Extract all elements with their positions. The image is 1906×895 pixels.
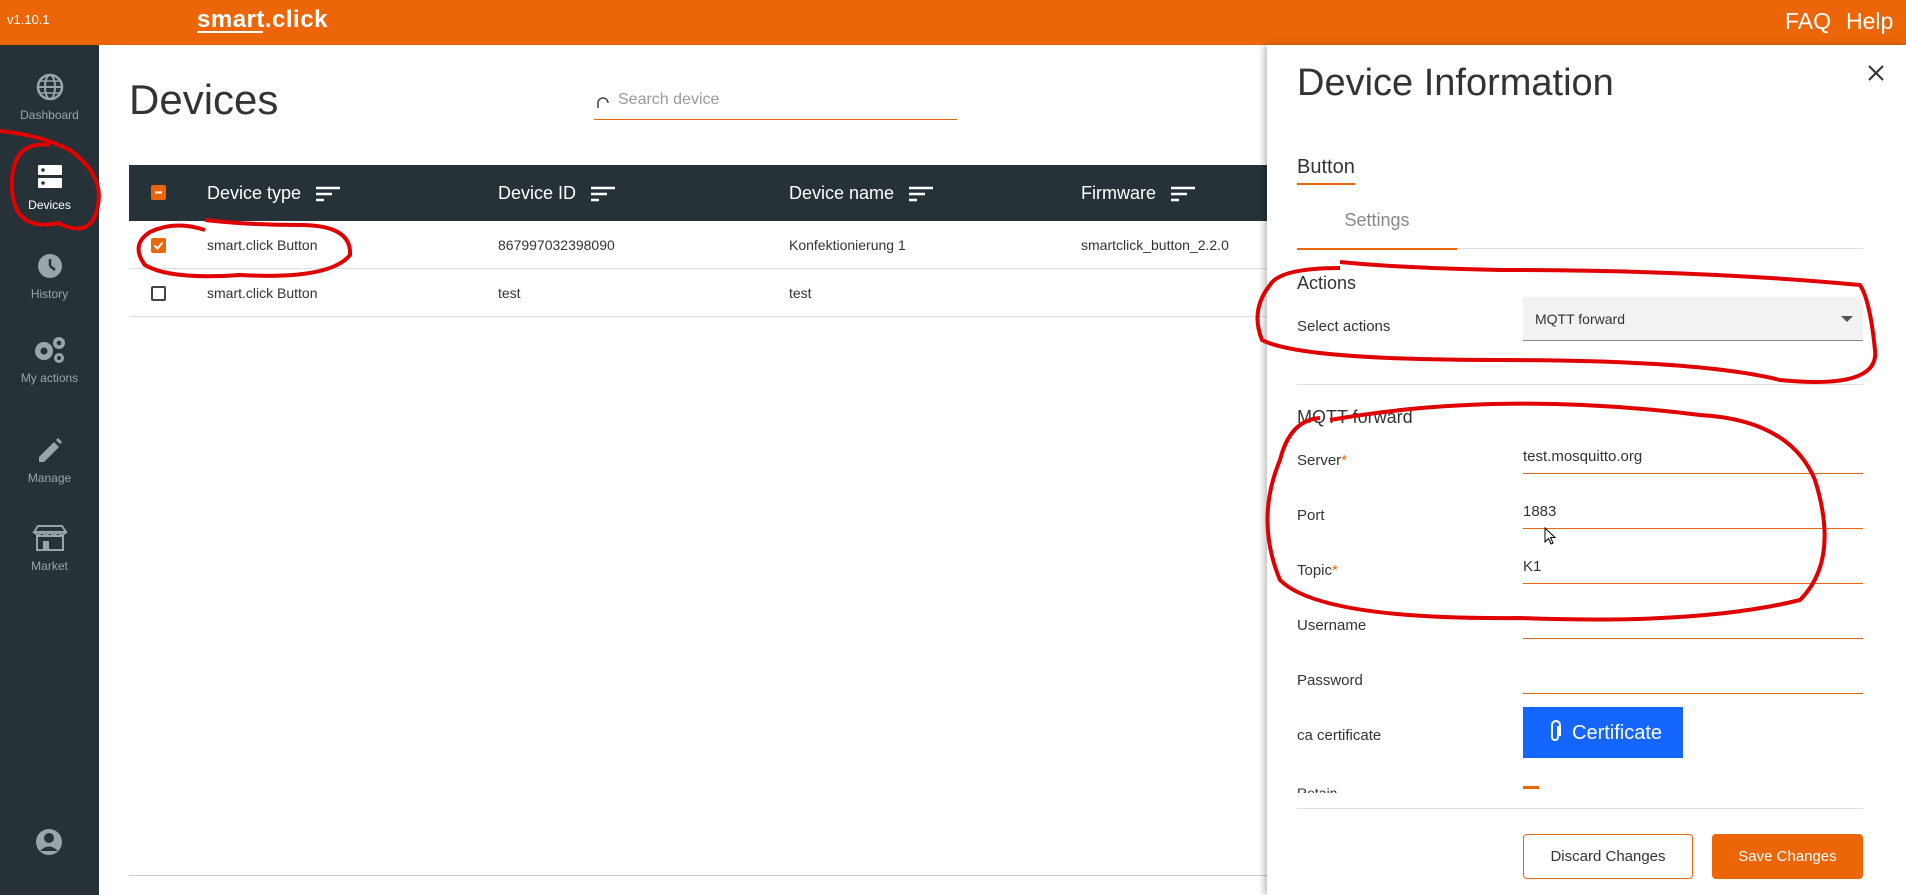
section-divider [1297,384,1863,385]
table-row[interactable]: smart.click Button test test [129,269,1269,317]
close-icon[interactable] [1864,61,1888,85]
page-title: Devices [129,76,279,123]
topic-label: Topic* [1297,562,1338,579]
sidebar-item-label: Market [31,559,68,573]
sort-icon[interactable] [591,185,616,203]
certificate-upload-button[interactable]: Certificate [1523,707,1683,758]
cell-device-type: smart.click Button [207,237,318,253]
row-checkbox[interactable] [151,286,166,301]
select-all-checkbox[interactable] [151,185,166,200]
sidebar-item-my-actions[interactable]: My actions [0,333,99,385]
sidebar-item-label: Devices [28,198,71,212]
cell-device-name: test [789,285,812,301]
search-icon [597,97,609,108]
chevron-down-icon [1841,316,1853,322]
cell-device-id: test [498,285,521,301]
search-input[interactable] [618,86,948,114]
app-version: v1.10.1 [7,12,50,27]
column-device-type[interactable]: Device type [207,183,341,204]
sort-icon[interactable] [1171,185,1196,203]
tab-settings[interactable]: Settings [1297,210,1457,250]
cell-device-id: 867997032398090 [498,237,615,253]
actions-select-value: MQTT forward [1535,311,1625,327]
mouse-cursor-icon [1544,527,1557,545]
cell-device-type: smart.click Button [207,285,318,301]
port-field[interactable] [1523,495,1863,529]
sidebar-item-label: History [30,287,69,301]
table-row[interactable]: smart.click Button 867997032398090 Konfe… [129,221,1269,269]
retain-label: Retain [1297,785,1338,793]
store-icon [31,525,68,551]
devices-icon [37,165,62,188]
pencil-icon [38,438,62,462]
retain-toggle[interactable] [1523,786,1539,789]
footer-divider [1297,808,1863,809]
paperclip-icon [1551,720,1561,741]
sidebar-item-history[interactable]: History [0,251,99,301]
panel-title: Device Information [1297,62,1614,104]
server-label: Server* [1297,452,1348,469]
select-actions-label: Select actions [1297,318,1391,335]
row-checkbox[interactable] [151,238,166,253]
sort-icon[interactable] [909,185,934,203]
column-device-name[interactable]: Device name [789,183,934,204]
cell-device-name: Konfektionierung 1 [789,237,906,253]
server-field[interactable] [1523,440,1863,474]
username-label: Username [1297,617,1367,634]
tab-device-button[interactable]: Button [1297,156,1355,185]
table-bottom-divider [129,875,1269,876]
device-info-panel: Device Information Button Settings Actio… [1267,45,1906,895]
ca-certificate-label: ca certificate [1297,727,1382,744]
column-firmware[interactable]: Firmware [1081,183,1196,204]
minus-icon [155,191,162,194]
port-label: Port [1297,507,1325,524]
sort-icon[interactable] [316,185,341,203]
sidebar-item-manage[interactable]: Manage [0,435,99,485]
username-field[interactable] [1523,605,1863,639]
top-bar: v1.10.1 smart.click FAQ Help [0,0,1906,45]
discard-changes-button[interactable]: Discard Changes [1523,834,1693,879]
sidebar-item-market[interactable]: Market [0,523,99,573]
sidebar-item-devices[interactable]: Devices [0,162,99,212]
actions-select[interactable]: MQTT forward [1523,297,1863,341]
globe-icon [36,73,63,101]
account-icon[interactable] [34,827,64,857]
sidebar-item-label: My actions [20,371,79,385]
sidebar-item-label: Dashboard [20,108,79,122]
gears-icon [34,337,65,363]
clock-icon [37,254,62,278]
logo-underline [197,31,263,33]
search-box [594,84,957,120]
mqtt-heading: MQTT forward [1297,407,1413,427]
sidebar-item-dashboard[interactable]: Dashboard [0,72,99,122]
check-icon [153,241,164,250]
app-logo[interactable]: smart.click [197,6,328,34]
table-header: Device type Device ID Device name Firmwa… [129,165,1269,221]
help-link[interactable]: Help [1846,8,1893,35]
password-label: Password [1297,672,1363,689]
faq-link[interactable]: FAQ [1785,8,1831,35]
cell-firmware: smartclick_button_2.2.0 [1081,237,1229,253]
topic-field[interactable] [1523,550,1863,584]
sidebar-item-label: Manage [27,471,72,485]
actions-heading: Actions [1297,273,1357,293]
password-field[interactable] [1523,660,1863,694]
sidebar: Dashboard Devices History My actions Man… [0,45,99,895]
save-changes-button[interactable]: Save Changes [1712,834,1863,879]
column-device-id[interactable]: Device ID [498,183,616,204]
